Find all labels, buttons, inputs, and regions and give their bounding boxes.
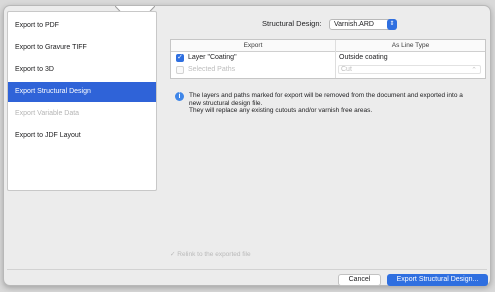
export-layers-table: Export As Line Type ✓ Layer "Coating" Ou… <box>170 39 486 79</box>
export-type-sidebar: Export to PDF Export to Gravure TIFF Exp… <box>7 11 157 191</box>
info-line-1: The layers and paths marked for export w… <box>189 92 463 99</box>
structural-design-popup[interactable]: Varnish.ARD ⇕ <box>329 19 397 30</box>
relink-label: Relink to the exported file <box>177 251 251 258</box>
column-header-as-line-type: As Line Type <box>391 42 430 49</box>
info-text: The layers and paths marked for export w… <box>189 92 489 115</box>
cancel-button[interactable]: Cancel <box>338 274 381 286</box>
table-row: ✓ Layer "Coating" Outside coating <box>171 52 485 63</box>
chevron-updown-icon: ⌃ <box>471 67 477 74</box>
checkmark-icon: ✓ <box>170 251 176 258</box>
row-line-type[interactable]: Outside coating <box>339 52 388 63</box>
sidebar-item-export-to-3d[interactable]: Export to 3D <box>8 60 156 80</box>
selected-paths-checkbox <box>176 66 184 74</box>
row-name: Selected Paths <box>188 66 236 73</box>
table-header: Export As Line Type <box>171 40 485 52</box>
structural-design-label: Structural Design: <box>262 19 322 28</box>
info-line-2: new structural design file. <box>189 99 263 107</box>
sidebar-item-export-to-jdf-layout[interactable]: Export to JDF Layout <box>8 126 156 146</box>
info-line-3: They will replace any existing cutouts a… <box>189 107 373 114</box>
structural-design-value: Varnish.ARD <box>334 21 374 28</box>
line-type-dropdown: ⌃ <box>338 65 481 74</box>
info-icon: i <box>175 92 184 101</box>
footer-divider <box>7 269 487 270</box>
sidebar-item-export-to-gravure-tiff[interactable]: Export to Gravure TIFF <box>8 38 156 58</box>
column-header-export: Export <box>243 42 263 49</box>
sidebar-item-export-to-pdf[interactable]: Export to PDF <box>8 16 156 36</box>
relink-checkbox: ✓ Relink to the exported file <box>170 250 251 258</box>
sidebar-item-export-variable-data: Export Variable Data <box>15 110 80 117</box>
sidebar-item-export-structural-design[interactable]: Export Structural Design <box>8 82 156 102</box>
table-row: Selected Paths ⌃ Cut <box>171 64 485 75</box>
row-line-type: Cut <box>341 66 352 73</box>
export-dialog: Export to PDF Export to Gravure TIFF Exp… <box>3 5 491 286</box>
row-name: Layer "Coating" <box>188 54 237 61</box>
checkmark-icon: ✓ <box>177 54 183 61</box>
export-structural-design-button[interactable]: Export Structural Design... <box>387 274 488 286</box>
layer-coating-checkbox[interactable]: ✓ <box>176 54 184 62</box>
popup-chevron-icon: ⇕ <box>387 19 397 30</box>
